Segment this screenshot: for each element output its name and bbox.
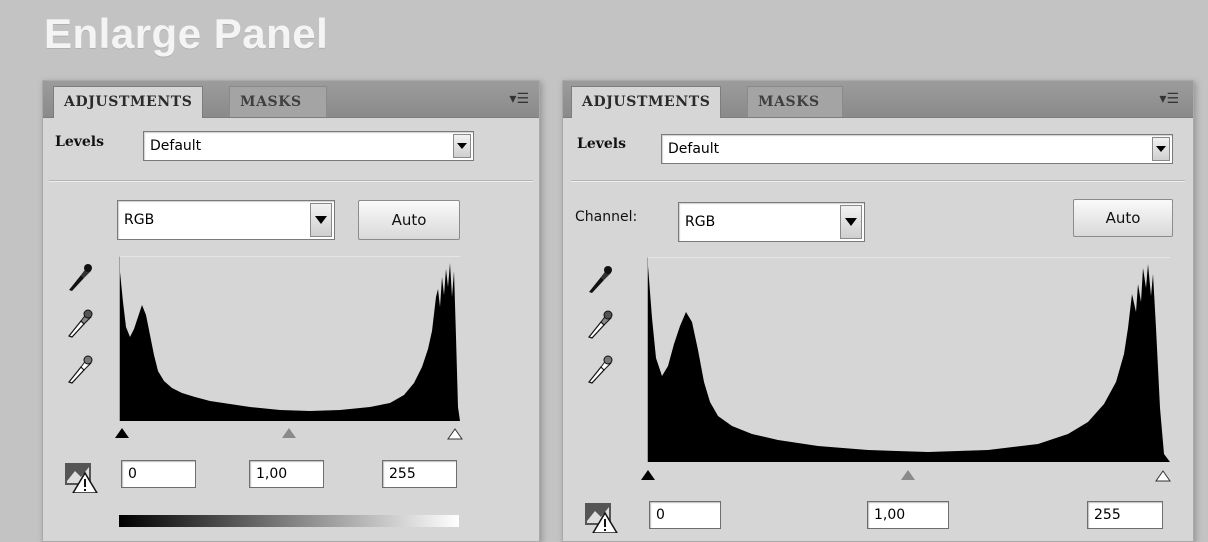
channel-label: Channel: [575, 209, 638, 225]
panel-menu-icon[interactable]: ▾☰ [1159, 91, 1179, 107]
gamma-slider[interactable] [282, 428, 296, 438]
tab-bar: ADJUSTMENTS MASKS ▾☰ [563, 81, 1193, 118]
divider [571, 180, 1185, 182]
channel-value: RGB [124, 212, 155, 228]
panel-menu-icon[interactable]: ▾☰ [509, 91, 529, 107]
chevron-down-icon[interactable] [1152, 137, 1170, 161]
input-gamma-field[interactable]: 1,00 [249, 460, 324, 488]
chevron-down-icon[interactable] [453, 134, 471, 158]
gamma-slider[interactable] [901, 470, 915, 480]
channel-value: RGB [685, 214, 716, 230]
tab-masks[interactable]: MASKS [229, 86, 327, 117]
gray-point-eyedropper-icon[interactable] [65, 308, 93, 338]
output-gradient-bar [119, 515, 459, 527]
adjustment-type-label: Levels [577, 136, 626, 152]
black-point-eyedropper-icon[interactable] [65, 262, 93, 292]
divider [49, 180, 533, 182]
tab-adjustments[interactable]: ADJUSTMENTS [53, 86, 204, 118]
channel-select[interactable]: RGB [678, 202, 865, 242]
black-point-slider[interactable] [641, 470, 655, 480]
chevron-down-icon[interactable] [310, 203, 332, 237]
histogram [119, 256, 460, 421]
tab-adjustments[interactable]: ADJUSTMENTS [571, 86, 722, 118]
input-black-field[interactable]: 0 [649, 501, 721, 529]
preset-select[interactable]: Default [143, 131, 474, 161]
tab-bar: ADJUSTMENTS MASKS ▾☰ [43, 81, 539, 118]
preset-select[interactable]: Default [661, 134, 1173, 164]
clipping-warning-icon[interactable] [583, 499, 619, 534]
adjustment-type-label: Levels [55, 134, 104, 150]
auto-button[interactable]: Auto [358, 200, 460, 240]
input-black-field[interactable]: 0 [121, 460, 196, 488]
preset-value: Default [150, 138, 202, 154]
preset-value: Default [668, 141, 720, 157]
input-white-field[interactable]: 255 [382, 460, 457, 488]
white-point-eyedropper-icon[interactable] [65, 354, 93, 384]
input-white-field[interactable]: 255 [1087, 501, 1163, 529]
clipping-warning-icon[interactable] [63, 459, 99, 494]
tab-masks[interactable]: MASKS [747, 86, 843, 117]
histogram [647, 257, 1170, 462]
right-adjustments-panel: ADJUSTMENTS MASKS ▾☰ Levels Default Chan… [562, 80, 1194, 542]
auto-button[interactable]: Auto [1073, 199, 1173, 237]
black-point-slider[interactable] [115, 428, 129, 438]
input-gamma-field[interactable]: 1,00 [867, 501, 949, 529]
chevron-down-icon[interactable] [840, 205, 862, 239]
channel-select[interactable]: RGB [117, 200, 335, 240]
left-adjustments-panel: ADJUSTMENTS MASKS ▾☰ Levels Default RGB … [42, 80, 540, 542]
white-point-eyedropper-icon[interactable] [585, 354, 613, 384]
page-title: Enlarge Panel [44, 10, 329, 57]
black-point-eyedropper-icon[interactable] [585, 264, 613, 294]
gray-point-eyedropper-icon[interactable] [585, 309, 613, 339]
